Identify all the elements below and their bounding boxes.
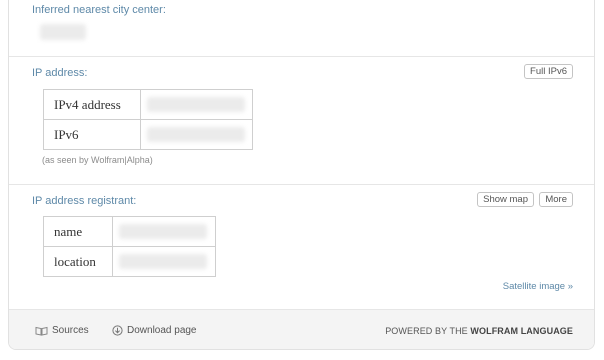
full-ipv6-button[interactable]: Full IPv6 [524, 64, 573, 79]
ipv6-label: IPv6 [43, 119, 141, 150]
show-map-button[interactable]: Show map [477, 192, 534, 207]
footer: Sources Download page POWERED BY THE WOL… [9, 309, 594, 349]
powered-brand: WOLFRAM LANGUAGE [470, 326, 573, 336]
location-label: location [43, 246, 113, 277]
city-pod-title: Inferred nearest city center: [32, 4, 166, 16]
download-page-link[interactable]: Download page [112, 325, 197, 336]
sources-link[interactable]: Sources [35, 325, 89, 336]
location-value-redacted [119, 254, 207, 269]
source-note: (as seen by Wolfram|Alpha) [42, 155, 153, 165]
divider [9, 184, 594, 185]
powered-prefix: POWERED BY THE [385, 326, 468, 336]
table-row: location [43, 246, 216, 277]
registrant-pod-title: IP address registrant: [32, 195, 137, 207]
city-value-redacted [40, 24, 86, 40]
ip-pod-title: IP address: [32, 67, 88, 79]
ip-table: IPv4 address IPv6 [43, 89, 253, 150]
table-row: name [43, 216, 216, 247]
results-card: Inferred nearest city center: IP address… [8, 0, 595, 350]
registrant-table: name location [43, 216, 216, 277]
ipv6-value-redacted [147, 127, 245, 142]
book-icon [35, 326, 48, 336]
ipv6-value [140, 119, 253, 150]
download-label: Download page [127, 325, 197, 336]
ipv4-value-redacted [147, 97, 245, 112]
table-row: IPv4 address [43, 89, 253, 120]
name-value [112, 216, 216, 247]
powered-by: POWERED BY THE WOLFRAM LANGUAGE [385, 326, 573, 336]
download-icon [112, 325, 123, 336]
table-row: IPv6 [43, 119, 253, 150]
divider [9, 56, 594, 57]
ipv4-label: IPv4 address [43, 89, 141, 120]
location-value [112, 246, 216, 277]
more-button[interactable]: More [539, 192, 573, 207]
name-value-redacted [119, 224, 207, 239]
ipv4-value [140, 89, 253, 120]
sources-label: Sources [52, 325, 89, 336]
satellite-image-link[interactable]: Satellite image » [503, 281, 573, 292]
name-label: name [43, 216, 113, 247]
